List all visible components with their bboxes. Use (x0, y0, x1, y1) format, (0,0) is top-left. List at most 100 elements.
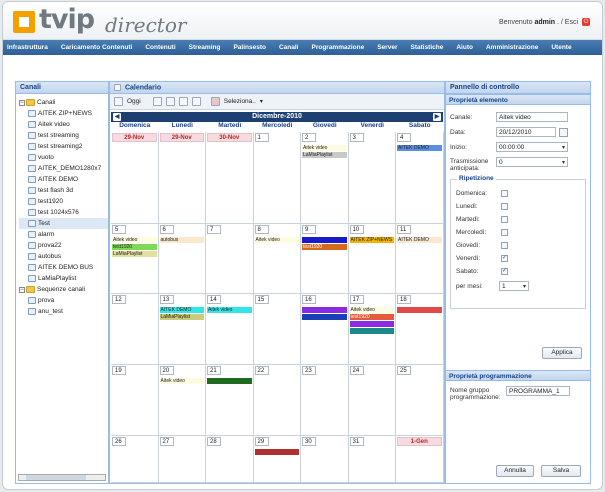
calendar-day-cell[interactable]: 20 (158, 365, 206, 436)
calendar-day-cell[interactable]: 5 (111, 224, 159, 294)
month-view-icon[interactable] (178, 97, 188, 106)
menu-item[interactable]: Statistiche (410, 44, 443, 51)
calendar-event[interactable]: LaMiaPlaylist (302, 152, 347, 158)
select-icon[interactable] (210, 97, 220, 106)
calendar-event[interactable] (302, 307, 347, 313)
repeat-day-checkbox[interactable] (501, 216, 508, 223)
channel-field[interactable]: Aitek video (496, 112, 568, 122)
calendar-day-cell[interactable]: 25 (396, 365, 444, 436)
calendar-event[interactable]: test1920 (302, 244, 347, 250)
calendar-event[interactable]: AITEK DEMO (397, 145, 442, 151)
tree-item[interactable]: test1920 (19, 196, 108, 207)
tree-item[interactable]: Aitek video (19, 119, 108, 130)
menu-item[interactable]: Caricamento Contenuti (61, 44, 133, 51)
tree-item[interactable]: test flash 3d (19, 185, 108, 196)
tree-item[interactable]: test streaming2 (19, 141, 108, 152)
start-field[interactable]: 00:00:00 ▾ (496, 142, 568, 152)
calendar-day-cell[interactable]: 16 (301, 294, 349, 365)
apply-button[interactable]: Applica (542, 347, 582, 359)
repeat-day-checkbox[interactable] (501, 242, 508, 249)
next-month-icon[interactable]: ▶ (433, 113, 441, 121)
calendar-day-cell[interactable]: 8 (253, 224, 301, 294)
calendar-day-cell[interactable]: 22 (253, 365, 301, 436)
calendar-day-cell[interactable]: 15 (253, 294, 301, 365)
calendar-day-cell[interactable]: 1-Gen (396, 436, 444, 483)
logout-link[interactable]: . / Esci (557, 19, 578, 26)
date-field[interactable]: 20/12/2010 (496, 127, 556, 137)
repeat-day-checkbox[interactable] (501, 229, 508, 236)
calendar-day-cell[interactable]: 28 (206, 436, 254, 483)
calendar-event[interactable]: AITEK DEMO (397, 237, 442, 243)
tree-item[interactable]: anu_test (19, 306, 108, 317)
menu-item[interactable]: Infrastruttura (7, 44, 48, 51)
calendar-event[interactable]: test1920 (349, 314, 394, 320)
calendar-day-cell[interactable]: 3 (348, 132, 396, 224)
calendar-event[interactable]: autobus (159, 237, 204, 243)
collapse-icon[interactable]: − (19, 99, 25, 106)
today-button[interactable]: Oggi (127, 98, 141, 105)
tree-folder[interactable]: − Sequenze canali (19, 284, 108, 295)
tree-item[interactable]: prova (19, 295, 108, 306)
calendar-event[interactable] (207, 378, 252, 384)
chevron-down-icon[interactable]: ▾ (562, 144, 565, 151)
menu-item[interactable]: Aiuto (456, 44, 473, 51)
calendar-event[interactable]: LaMiaPlaylist (112, 251, 157, 257)
calendar-event[interactable]: Aitek video (254, 237, 299, 243)
menu-item[interactable]: Server (377, 44, 397, 51)
prev-month-icon[interactable]: ◀ (113, 113, 121, 121)
tree-item[interactable]: autobus (19, 251, 108, 262)
tree-item[interactable]: alarm (19, 229, 108, 240)
save-button[interactable]: Salva (541, 465, 581, 477)
calendar-event[interactable]: Aitek video (112, 237, 157, 243)
calendar-event[interactable] (349, 321, 394, 327)
tree-item[interactable]: LaMiaPlaylist (19, 273, 108, 284)
calendar-event[interactable]: LaMiaPlaylist (159, 314, 204, 320)
calendar-day-cell[interactable]: 7 (206, 224, 254, 294)
calendar-day-cell[interactable]: 31 (348, 436, 396, 483)
calendar-day-cell[interactable]: 26 (111, 436, 159, 483)
tree-item[interactable]: AITEK ZIP+NEWS (19, 108, 108, 119)
calendar-day-cell[interactable]: 30 (301, 436, 349, 483)
calendar-event[interactable] (254, 449, 299, 455)
repeat-day-checkbox[interactable]: ✓ (501, 268, 508, 275)
calendar-day-cell[interactable]: 9 (301, 224, 349, 294)
menu-item[interactable]: Palinsesto (233, 44, 266, 51)
calendar-day-cell[interactable]: 13 (158, 294, 206, 365)
calendar-day-cell[interactable]: 14 (206, 294, 254, 365)
menu-item[interactable]: Programmazione (311, 44, 364, 51)
calendar-day-cell[interactable]: 23 (301, 365, 349, 436)
calendar-event[interactable] (349, 328, 394, 334)
menu-item[interactable]: Canali (279, 44, 299, 51)
calendar-day-cell[interactable]: 10 (348, 224, 396, 294)
calendar-day-cell[interactable]: 11 (396, 224, 444, 294)
tree-item[interactable]: vuoto (19, 152, 108, 163)
chevron-down-icon[interactable]: ▾ (523, 283, 526, 290)
menu-item[interactable]: Streaming (189, 44, 221, 51)
horizontal-scrollbar[interactable] (18, 474, 106, 481)
select-dropdown[interactable]: Seleziona.. (224, 98, 256, 105)
collapse-icon[interactable]: − (19, 286, 25, 293)
prev-icon[interactable] (191, 97, 201, 106)
tree-item[interactable]: AITEK_DEMO1280x7 (19, 163, 108, 174)
logout-icon[interactable]: ⏻ (582, 18, 590, 26)
tree-item[interactable]: prova22 (19, 240, 108, 251)
calendar-day-cell[interactable]: 30-Nov (206, 132, 254, 224)
tree-folder[interactable]: − Canali (19, 97, 108, 108)
tree-item[interactable]: AITEK DEMO (19, 174, 108, 185)
calendar-event[interactable]: Aitek video (159, 378, 204, 384)
calendar-event[interactable]: test1920 (112, 244, 157, 250)
calendar-day-cell[interactable]: 29 (253, 436, 301, 483)
calendar-event[interactable]: Aitek video (302, 145, 347, 151)
calendar-day-cell[interactable]: 29-Nov (111, 132, 159, 224)
calendar-event[interactable] (397, 307, 442, 313)
calendar-day-cell[interactable]: 24 (348, 365, 396, 436)
calendar-event[interactable]: Aitek video (207, 307, 252, 313)
calendar-event[interactable] (302, 314, 347, 320)
cancel-button[interactable]: Annulla (496, 465, 534, 477)
repeat-day-checkbox[interactable] (501, 190, 508, 197)
repeat-day-checkbox[interactable] (501, 203, 508, 210)
today-icon[interactable] (114, 97, 123, 106)
calendar-day-cell[interactable]: 1 (253, 132, 301, 224)
calendar-day-cell[interactable]: 27 (158, 436, 206, 483)
tree-item[interactable]: AITEK DEMO BUS (19, 262, 108, 273)
